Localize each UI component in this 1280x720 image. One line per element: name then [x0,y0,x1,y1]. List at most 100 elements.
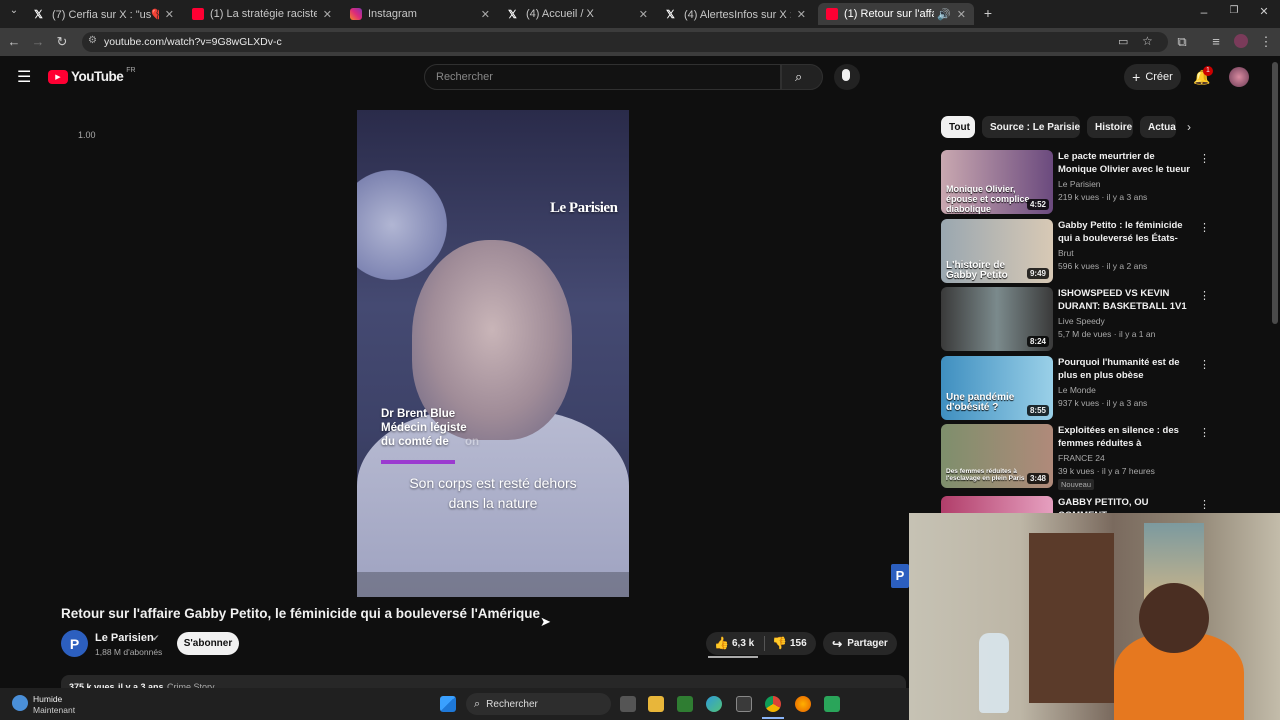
close-icon[interactable]: ✕ [797,8,806,21]
voice-search-button[interactable] [834,64,860,90]
channel-watermark: Le Parisien [550,200,618,216]
thumbs-down-icon[interactable]: 👎 [772,636,787,650]
taskbar-search[interactable]: ⌕ Rechercher [466,693,611,715]
share-label: Partager [847,638,888,649]
video-thumbnail[interactable]: 8:24 [941,287,1053,351]
caption-role-line-2: du comté de [381,436,449,448]
more-vertical-icon[interactable]: ⋮ [1199,498,1210,511]
close-icon[interactable]: ✕ [957,8,966,21]
windows-start-icon[interactable] [440,696,456,712]
close-window-icon[interactable]: ✕ [1256,5,1272,18]
recommendation-item[interactable]: 8:24 ISHOWSPEED VS KEVIN DURANT: BASKETB… [941,287,1211,351]
search-input[interactable]: Rechercher [424,64,781,90]
recommendation-item[interactable]: Des femmes réduites à l'esclavage en ple… [941,424,1211,490]
video-thumbnail[interactable]: Des femmes réduites à l'esclavage en ple… [941,424,1053,488]
cast-icon[interactable]: ▭ [1118,35,1128,48]
weather-icon[interactable] [12,695,28,711]
site-info-icon[interactable]: ⚙ [88,35,97,46]
firefox-browser-icon[interactable] [795,696,811,712]
chrome-browser-icon[interactable] [765,696,781,712]
back-arrow-icon[interactable]: ← [6,34,22,49]
reload-icon[interactable]: ↻ [54,34,70,50]
video-thumbnail[interactable] [941,496,1053,513]
search-button[interactable]: ⌕ [781,64,823,90]
channel-avatar[interactable]: P [61,630,88,657]
file-explorer-icon[interactable] [648,696,664,712]
more-vertical-icon[interactable]: ⋮ [1199,289,1210,302]
xbox-icon[interactable] [677,696,693,712]
media-controls-icon[interactable]: ≡ [1208,34,1224,49]
extensions-icon[interactable]: ⧉ [1174,34,1190,50]
youtube-logo-icon [192,8,204,20]
restore-icon[interactable]: ❐ [1226,5,1242,16]
browser-tab-0[interactable]: 𝕏 (7) Cerfia sur X : "us💔 FLASH | ✕ [26,3,182,25]
chip-label: Actua [1148,121,1176,133]
close-icon[interactable]: ✕ [639,8,648,21]
new-tab-button[interactable]: + [980,5,996,21]
share-button[interactable]: ↪ Partager [823,632,897,655]
video-thumbnail[interactable]: Monique Olivier, épouse et complice diab… [941,150,1053,214]
task-view-icon[interactable] [620,696,636,712]
close-icon[interactable]: ✕ [323,8,332,21]
subscribe-button[interactable]: S'abonner [177,632,239,655]
more-vertical-icon[interactable]: ⋮ [1199,221,1210,234]
tab-title: (4) Accueil / X [526,8,594,20]
taskbar-search-label: Rechercher [486,698,538,710]
app-icon[interactable] [824,696,840,712]
recommendation-item[interactable]: Monique Olivier, épouse et complice diab… [941,150,1211,214]
chip-tout[interactable]: Tout [941,116,975,138]
more-vertical-icon[interactable]: ⋮ [1199,152,1210,165]
thumbs-up-icon[interactable]: 👍 [714,636,729,650]
tab-title: (1) La stratégie raciste - YouTub [210,8,317,20]
edge-browser-icon[interactable] [706,696,722,712]
video-title: Pourquoi l'humanité est de plus en plus … [1058,357,1180,381]
x-logo-icon: 𝕏 [508,9,517,21]
chip-histoire[interactable]: Histoire [1087,116,1133,138]
browser-tab-1[interactable]: (1) La stratégie raciste - YouTub ✕ [184,3,340,25]
more-vertical-icon[interactable]: ⋮ [1199,426,1210,439]
dislike-count: 156 [790,638,807,649]
chevron-right-icon[interactable]: › [1187,120,1191,134]
verified-check-icon: ✔ [152,633,160,643]
browser-tab-3[interactable]: 𝕏 (4) Accueil / X ✕ [500,3,656,25]
more-vertical-icon[interactable]: ⋮ [1258,34,1274,50]
recommendation-item[interactable]: Une pandémie d'obésité ? 8:55 Pourquoi l… [941,356,1211,420]
speaker-icon[interactable]: 🔊 [937,8,951,21]
like-count[interactable]: 6,3 k [732,638,754,649]
bookmark-star-icon[interactable]: ☆ [1142,34,1153,48]
create-button[interactable]: + Créer [1124,64,1181,90]
recommendation-item[interactable]: L'histoire de Gabby Petito 9:49 Gabby Pe… [941,219,1211,283]
video-thumbnail[interactable]: Une pandémie d'obésité ? 8:55 [941,356,1053,420]
channel-name: Le Monde [1058,385,1096,395]
more-vertical-icon[interactable]: ⋮ [1199,358,1210,371]
subscriber-count: 1,88 M d'abonnés [95,647,163,657]
tab-title: (1) Retour sur l'affaire Gabb [844,8,934,20]
browser-tab-5[interactable]: (1) Retour sur l'affaire Gabb 🔊 ✕ [818,3,974,25]
channel-name[interactable]: Le Parisien [95,632,154,644]
recommendation-item[interactable]: GABBY PETITO, OU COMMENT ⋮ [941,496,1211,513]
close-icon[interactable]: ✕ [165,8,174,21]
browser-tab-2[interactable]: Instagram ✕ [342,3,498,25]
video-player[interactable]: Le Parisien Dr Brent Blue Médecin légist… [357,110,629,597]
person-head [1139,583,1209,653]
video-thumbnail[interactable]: L'histoire de Gabby Petito 9:49 [941,219,1053,283]
minimize-icon[interactable]: – [1196,5,1212,19]
browser-tab-4[interactable]: 𝕏 (4) AlertesInfos sur X : "🇷🇺🇺🇦 At ✕ [658,3,814,25]
channel-name: FRANCE 24 [1058,453,1105,463]
page-scrollbar[interactable] [1272,62,1278,324]
notifications-badge: 1 [1203,66,1213,76]
forward-arrow-icon[interactable]: → [30,34,46,49]
microsoft-store-icon[interactable] [736,696,752,712]
divider [764,636,765,651]
address-bar[interactable]: ⚙ youtube.com/watch?v=9G8wGLXDv-c ▭ ☆ [82,32,1168,52]
thumbnail-text: Une pandémie d'obésité ? [946,392,1015,413]
close-icon[interactable]: ✕ [481,8,490,21]
youtube-logo[interactable]: ▶ YouTube FR [48,67,136,84]
account-avatar[interactable] [1229,67,1249,87]
tab-list-chevron-icon[interactable]: ⌄ [6,5,22,16]
chip-actualites[interactable]: Actua [1140,116,1176,138]
menu-hamburger-icon[interactable]: ☰ [17,67,31,87]
subtitle-line-1: Son corps est resté dehors [409,475,577,491]
profile-avatar-icon[interactable] [1234,34,1248,48]
chip-source-le-parisien[interactable]: Source : Le Parisien [982,116,1080,138]
